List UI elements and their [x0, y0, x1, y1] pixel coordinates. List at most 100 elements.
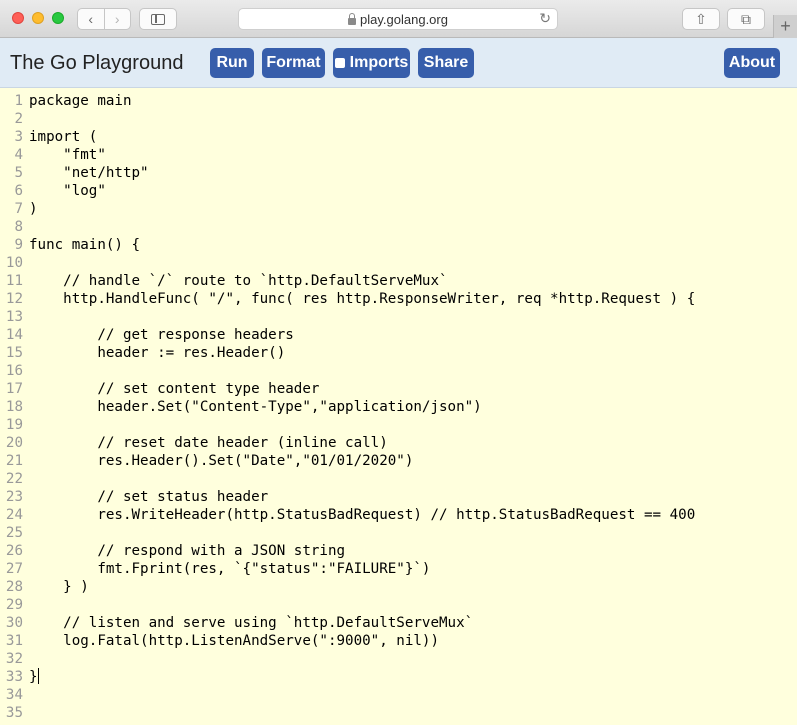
text-cursor: [37, 668, 39, 684]
page-title: The Go Playground: [10, 52, 184, 74]
imports-checkbox[interactable]: [334, 58, 345, 68]
code-text[interactable]: fmt.Fprint(res, `{"status":"FAILURE"}`): [29, 560, 430, 578]
code-line[interactable]: 6 "log": [0, 182, 797, 200]
code-line[interactable]: 2: [0, 110, 797, 128]
line-number: 29: [5, 597, 23, 613]
code-text[interactable]: http.HandleFunc( "/", func( res http.Res…: [29, 290, 695, 308]
code-text[interactable]: // set status header: [29, 488, 268, 506]
line-number: 13: [5, 309, 23, 325]
code-line[interactable]: 14 // get response headers: [0, 326, 797, 344]
code-line[interactable]: 16: [0, 362, 797, 380]
line-number: 3: [14, 129, 23, 145]
tabs-icon: ⧉: [741, 10, 751, 27]
code-text[interactable]: }: [29, 668, 39, 686]
line-number: 25: [5, 525, 23, 541]
zoom-window-button[interactable]: [52, 12, 64, 24]
code-text[interactable]: log.Fatal(http.ListenAndServe(":9000", n…: [29, 632, 439, 650]
line-number: 18: [5, 399, 23, 415]
reload-icon[interactable]: ↻: [539, 10, 551, 27]
share-button[interactable]: Share: [418, 48, 474, 78]
code-line[interactable]: 19: [0, 416, 797, 434]
line-number: 8: [14, 219, 23, 235]
code-line[interactable]: 5 "net/http": [0, 164, 797, 182]
sidebar-toggle-button[interactable]: [139, 8, 177, 30]
code-line[interactable]: 7): [0, 200, 797, 218]
code-line[interactable]: 3 import (: [0, 128, 797, 146]
code-line[interactable]: 33}: [0, 668, 797, 686]
format-button[interactable]: Format: [262, 48, 325, 78]
line-number: 17: [5, 381, 23, 397]
code-line[interactable]: 1 package main: [0, 92, 797, 110]
imports-toggle[interactable]: Imports: [333, 48, 410, 78]
browser-toolbar: ‹ › play.golang.org ↻ ⇧ ⧉ +: [0, 0, 797, 38]
code-line[interactable]: 26 // respond with a JSON string: [0, 542, 797, 560]
playground-header: The Go Playground Run Format Imports Sha…: [0, 38, 797, 88]
code-text[interactable]: "log": [29, 182, 106, 200]
code-line[interactable]: 17 // set content type header: [0, 380, 797, 398]
code-text[interactable]: // set content type header: [29, 380, 319, 398]
line-number: 32: [5, 651, 23, 667]
about-button[interactable]: About: [724, 48, 780, 78]
code-line[interactable]: 21 res.Header().Set("Date","01/01/2020"): [0, 452, 797, 470]
code-line[interactable]: 31 log.Fatal(http.ListenAndServe(":9000"…: [0, 632, 797, 650]
code-text[interactable]: package main: [29, 92, 132, 110]
code-text[interactable]: // respond with a JSON string: [29, 542, 345, 560]
code-line[interactable]: 8: [0, 218, 797, 236]
line-number: 16: [5, 363, 23, 379]
minimize-window-button[interactable]: [32, 12, 44, 24]
run-button[interactable]: Run: [210, 48, 254, 78]
code-text[interactable]: import (: [29, 128, 97, 146]
back-icon[interactable]: ‹: [78, 9, 104, 29]
forward-icon[interactable]: ›: [105, 9, 131, 29]
line-number: 24: [5, 507, 23, 523]
code-line[interactable]: 4 "fmt": [0, 146, 797, 164]
sidebar-icon: [151, 13, 165, 25]
code-text[interactable]: header.Set("Content-Type","application/j…: [29, 398, 481, 416]
code-text[interactable]: ): [29, 200, 38, 218]
code-line[interactable]: 13: [0, 308, 797, 326]
code-line[interactable]: 25: [0, 524, 797, 542]
show-tabs-button[interactable]: ⧉: [727, 8, 765, 30]
code-line[interactable]: 15 header := res.Header(): [0, 344, 797, 362]
address-bar[interactable]: play.golang.org ↻: [238, 8, 558, 30]
code-text[interactable]: "fmt": [29, 146, 106, 164]
code-line[interactable]: 27 fmt.Fprint(res, `{"status":"FAILURE"}…: [0, 560, 797, 578]
line-number: 23: [5, 489, 23, 505]
code-text[interactable]: } ): [29, 578, 89, 596]
code-text[interactable]: header := res.Header(): [29, 344, 285, 362]
code-text[interactable]: res.Header().Set("Date","01/01/2020"): [29, 452, 413, 470]
code-line[interactable]: 23 // set status header: [0, 488, 797, 506]
code-text[interactable]: "net/http": [29, 164, 148, 182]
code-line[interactable]: 28 } ): [0, 578, 797, 596]
code-text[interactable]: // reset date header (inline call): [29, 434, 387, 452]
code-line[interactable]: 10: [0, 254, 797, 272]
code-line[interactable]: 20 // reset date header (inline call): [0, 434, 797, 452]
code-line[interactable]: 35: [0, 704, 797, 722]
line-number: 35: [5, 705, 23, 721]
line-number: 15: [5, 345, 23, 361]
code-editor[interactable]: 1 package main 2 3 import (4 "fmt" 5 "net/htt…: [0, 92, 797, 725]
line-number: 7: [14, 201, 23, 217]
code-text[interactable]: // get response headers: [29, 326, 293, 344]
code-text[interactable]: res.WriteHeader(http.StatusBadRequest) /…: [29, 506, 695, 524]
code-line[interactable]: 34: [0, 686, 797, 704]
line-number: 12: [5, 291, 23, 307]
lock-icon: [348, 12, 357, 25]
code-line[interactable]: 30 // listen and serve using `http.Defau…: [0, 614, 797, 632]
code-line[interactable]: 9 func main() {: [0, 236, 797, 254]
code-text[interactable]: func main() {: [29, 236, 140, 254]
code-text[interactable]: // listen and serve using `http.DefaultS…: [29, 614, 473, 632]
code-line[interactable]: 12 http.HandleFunc( "/", func( res http.…: [0, 290, 797, 308]
line-number: 31: [5, 633, 23, 649]
code-line[interactable]: 22: [0, 470, 797, 488]
code-line[interactable]: 29: [0, 596, 797, 614]
close-window-button[interactable]: [12, 12, 24, 24]
code-line[interactable]: 24 res.WriteHeader(http.StatusBadRequest…: [0, 506, 797, 524]
code-line[interactable]: 18 header.Set("Content-Type","applicatio…: [0, 398, 797, 416]
browser-share-button[interactable]: ⇧: [682, 8, 720, 30]
code-line[interactable]: 11 // handle `/` route to `http.DefaultS…: [0, 272, 797, 290]
code-text[interactable]: // handle `/` route to `http.DefaultServ…: [29, 272, 447, 290]
new-tab-button[interactable]: +: [773, 15, 797, 38]
navigation-buttons: ‹ ›: [77, 8, 131, 30]
code-line[interactable]: 32: [0, 650, 797, 668]
